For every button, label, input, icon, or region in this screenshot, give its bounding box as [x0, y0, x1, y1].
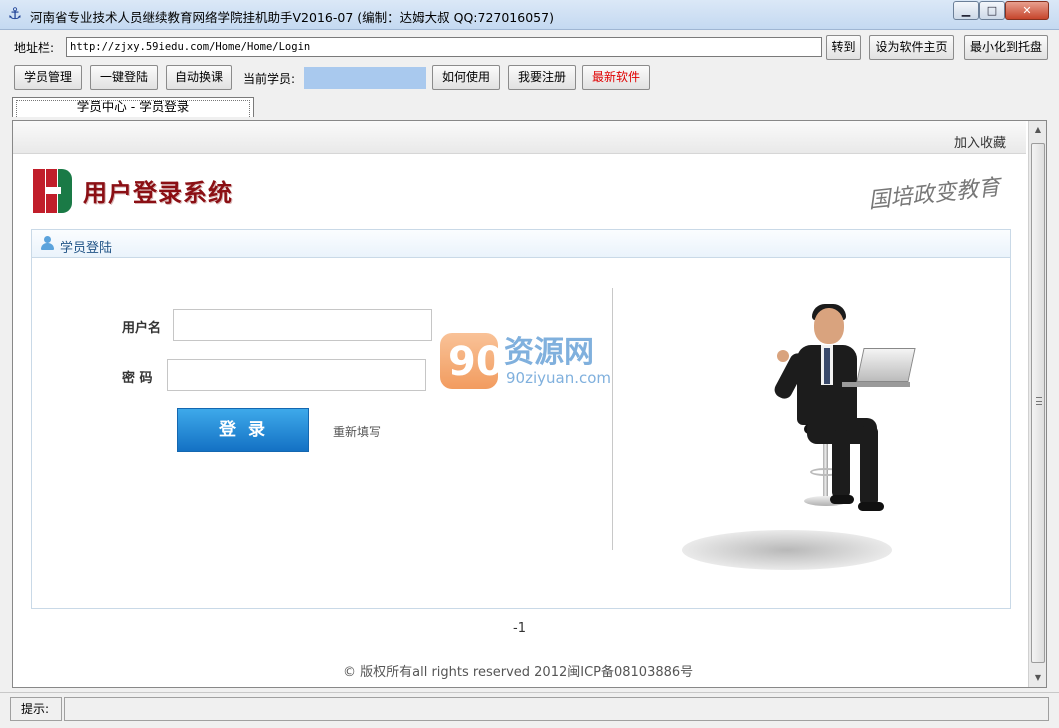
title-bar: ⚓ 河南省专业技术人员继续教育网络学院挂机助手V2016-07 (编制：达姆大叔… [0, 0, 1059, 30]
add-favorite-link[interactable]: 加入收藏 [954, 132, 1006, 151]
password-label: 密 码 [122, 371, 153, 386]
vertical-scrollbar[interactable]: ▲ ▼ [1028, 121, 1046, 687]
scroll-thumb[interactable] [1031, 143, 1045, 663]
copyright-footer: © 版权所有all rights reserved 2012闽ICP备08103… [343, 665, 694, 680]
one-click-login-button[interactable]: 一键登陆 [90, 65, 158, 90]
minimize-to-tray-button[interactable]: 最小化到托盘 [964, 35, 1048, 60]
window-title: 河南省专业技术人员继续教育网络学院挂机助手V2016-07 (编制：达姆大叔 Q… [30, 10, 554, 25]
address-input[interactable]: http://zjxy.59iedu.com/Home/Home/Login [66, 37, 822, 57]
scroll-down-icon[interactable]: ▼ [1029, 669, 1046, 686]
reset-link[interactable]: 重新填写 [333, 423, 381, 440]
top-strip: 加入收藏 [13, 121, 1026, 154]
watermark-logo-text: 90 [448, 339, 504, 385]
panel-header: 学员登陆 [32, 230, 1010, 258]
user-icon [40, 236, 54, 250]
close-button[interactable]: ✕ [1005, 1, 1049, 20]
panel-title: 学员登陆 [60, 241, 113, 256]
username-label: 用户名 [122, 321, 162, 336]
login-panel: 学员登陆 用户名 密 码 登录 重新填写 90 资源网 90ziyuan.com [31, 229, 1011, 609]
address-toolbar: 地址栏: http://zjxy.59iedu.com/Home/Home/Lo… [0, 31, 1059, 62]
register-button[interactable]: 我要注册 [508, 65, 576, 90]
how-to-use-button[interactable]: 如何使用 [432, 65, 500, 90]
slogan: 国培政变教育 [867, 175, 1002, 214]
tab-student-login[interactable]: 学员中心 - 学员登录 [12, 97, 254, 117]
login-button[interactable]: 登录 [177, 408, 309, 452]
status-field [64, 697, 1049, 721]
latest-software-button[interactable]: 最新软件 [582, 65, 650, 90]
watermark-subtext: 90ziyuan.com [506, 369, 612, 387]
action-toolbar: 学员管理 一键登陆 自动换课 当前学员: 如何使用 我要注册 最新软件 [0, 63, 1059, 93]
vertical-divider [612, 288, 613, 550]
current-student-field[interactable] [304, 67, 426, 89]
status-bar: 提示: [0, 692, 1059, 728]
browser-view: 加入收藏 用户登录系统 国培政变教育 学员登陆 用户名 密 码 登录 重新填写 … [12, 120, 1047, 688]
status-label: 提示: [10, 697, 62, 721]
student-manage-button[interactable]: 学员管理 [14, 65, 82, 90]
go-button[interactable]: 转到 [826, 35, 861, 60]
watermark: 90 资源网 90ziyuan.com [440, 325, 620, 395]
set-home-button[interactable]: 设为软件主页 [869, 35, 954, 60]
system-title: 用户登录系统 [83, 179, 233, 207]
watermark-logo: 90 [440, 333, 504, 389]
password-input[interactable] [167, 359, 426, 391]
username-input[interactable] [173, 309, 432, 341]
watermark-text: 资源网 [504, 335, 594, 370]
current-student-label: 当前学员: [243, 72, 296, 86]
businessman-image [682, 290, 962, 590]
scroll-up-icon[interactable]: ▲ [1029, 121, 1046, 138]
site-logo [33, 169, 73, 213]
minimize-button[interactable]: ▁ [953, 1, 979, 20]
anchor-icon: ⚓ [7, 4, 23, 23]
address-label: 地址栏: [14, 41, 55, 55]
tab-focus-rect [16, 100, 250, 117]
auto-switch-course-button[interactable]: 自动换课 [166, 65, 232, 90]
maximize-button[interactable]: □ [979, 1, 1005, 20]
page-number: -1 [513, 621, 526, 636]
